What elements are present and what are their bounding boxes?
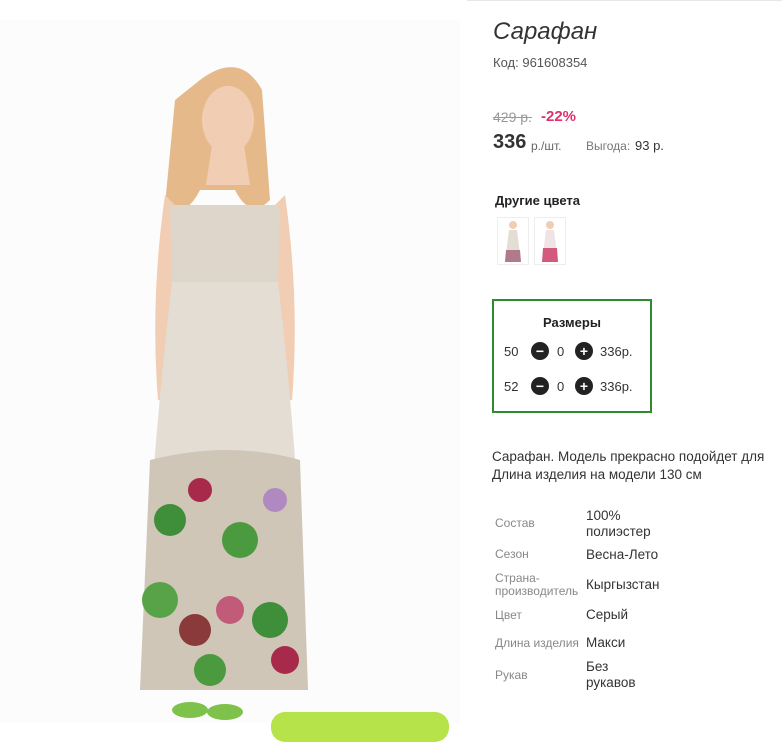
attr-value-country: Кыргызстан	[586, 577, 660, 592]
code-label: Код:	[493, 55, 519, 70]
sizes-panel: Размеры 50 − 0 + 336р. 52 − 0 + 336р.	[492, 299, 652, 413]
other-colors-title: Другие цвета	[495, 193, 580, 208]
attr-label-color: Цвет	[495, 608, 522, 622]
header-divider	[467, 0, 782, 1]
attr-value-season: Весна-Лето	[586, 547, 659, 562]
quantity-value: 0	[557, 344, 565, 359]
attr-label-length: Длина изделия	[495, 636, 579, 650]
old-price: 429 р.	[493, 109, 532, 125]
attr-label-sleeve: Рукав	[495, 668, 528, 682]
quantity-value: 0	[557, 379, 565, 394]
attr-label-country: Страна-производитель	[495, 571, 579, 598]
attr-value-sleeve: Без рукавов	[586, 659, 636, 690]
minus-icon[interactable]: −	[531, 377, 549, 395]
product-photo[interactable]	[0, 20, 460, 723]
price-unit: р./шт.	[531, 139, 562, 153]
attr-label-season: Сезон	[495, 547, 529, 561]
attr-value-length: Макси	[586, 635, 626, 650]
description-line: Сарафан. Модель прекрасно подойдет для	[492, 449, 765, 464]
size-price: 336р.	[600, 379, 633, 394]
code-value: 961608354	[522, 55, 588, 70]
benefit-value: 93 р.	[635, 138, 664, 153]
size-label: 52	[504, 379, 519, 394]
current-price: 336	[493, 131, 527, 153]
description-line: Длина изделия на модели 130 см	[492, 467, 702, 482]
size-row-50: 50 − 0 + 336р.	[504, 341, 644, 361]
plus-icon[interactable]: +	[575, 377, 593, 395]
minus-icon[interactable]: −	[531, 342, 549, 360]
add-to-cart-button[interactable]	[271, 712, 449, 742]
plus-icon[interactable]: +	[575, 342, 593, 360]
product-code: Код: 961608354	[493, 55, 587, 70]
discount-badge: -22%	[541, 108, 577, 125]
attr-value-composition: 100% полиэстер	[586, 508, 651, 539]
dress-illustration	[140, 67, 308, 720]
dress-thumb-icon	[505, 221, 521, 262]
attr-value-color: Серый	[586, 607, 629, 622]
dress-thumb-icon	[542, 221, 558, 262]
color-swatch-2[interactable]	[534, 217, 566, 265]
benefit-label: Выгода:	[586, 139, 631, 153]
product-description: Сарафан. Модель прекрасно подойдет для Д…	[492, 448, 782, 484]
size-price: 336р.	[600, 344, 633, 359]
size-label: 50	[504, 344, 519, 359]
sizes-title: Размеры	[543, 315, 601, 330]
color-swatch-1[interactable]	[497, 217, 529, 265]
attr-label-composition: Состав	[495, 516, 535, 530]
size-row-52: 52 − 0 + 336р.	[504, 376, 644, 396]
product-title: Сарафан	[493, 18, 598, 45]
